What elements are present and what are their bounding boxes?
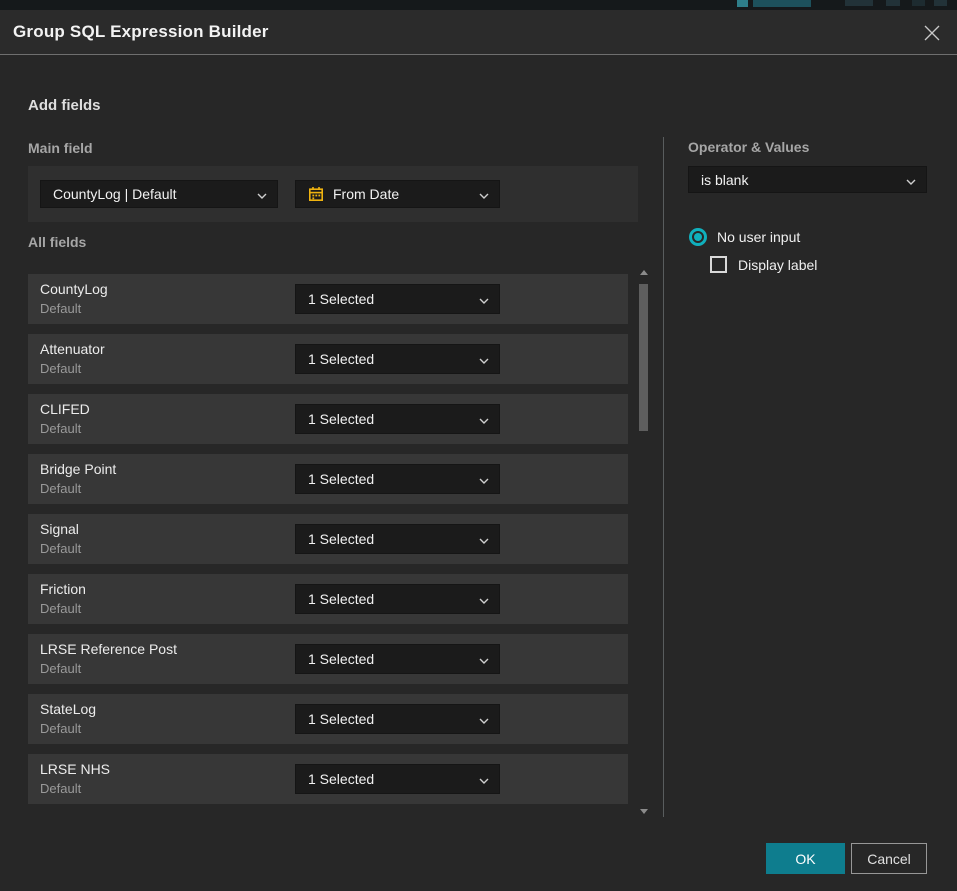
background-fragment	[934, 0, 947, 6]
field-selection-select[interactable]: 1 Selected	[295, 644, 500, 674]
field-type: Default	[40, 601, 81, 616]
main-source-select-value: CountyLog | Default	[53, 186, 257, 202]
field-selection-value: 1 Selected	[308, 651, 479, 667]
field-name: LRSE Reference Post	[40, 641, 177, 657]
close-icon[interactable]	[921, 22, 943, 44]
add-fields-heading: Add fields	[28, 97, 101, 114]
field-type: Default	[40, 781, 81, 796]
operator-values-heading: Operator & Values	[688, 139, 809, 155]
field-row: LRSE NHS Default 1 Selected	[28, 754, 628, 804]
background-fragment	[886, 0, 900, 6]
main-field-select-value: From Date	[333, 186, 479, 202]
field-name: Friction	[40, 581, 86, 597]
chevron-down-icon	[479, 651, 489, 667]
group-sql-expression-builder-dialog: Group SQL Expression Builder Add fields …	[0, 10, 957, 891]
field-row: CountyLog Default 1 Selected	[28, 274, 628, 324]
field-selection-value: 1 Selected	[308, 411, 479, 427]
field-name: Attenuator	[40, 341, 105, 357]
field-row: CLIFED Default 1 Selected	[28, 394, 628, 444]
main-source-select[interactable]: CountyLog | Default	[40, 180, 278, 208]
chevron-down-icon	[479, 351, 489, 367]
main-field-panel: CountyLog | Default	[28, 166, 638, 222]
field-selection-select[interactable]: 1 Selected	[295, 524, 500, 554]
scrollbar-thumb[interactable]	[639, 284, 648, 431]
scroll-up-arrow-icon[interactable]	[640, 270, 648, 275]
field-type: Default	[40, 361, 81, 376]
field-row: Bridge Point Default 1 Selected	[28, 454, 628, 504]
field-selection-select[interactable]: 1 Selected	[295, 584, 500, 614]
field-selection-value: 1 Selected	[308, 771, 479, 787]
field-type: Default	[40, 721, 81, 736]
display-label-label: Display label	[738, 257, 817, 273]
all-fields-list: CountyLog Default 1 Selected Attenuator …	[28, 274, 628, 816]
chevron-down-icon	[479, 591, 489, 607]
background-fragment	[737, 0, 748, 7]
field-type: Default	[40, 481, 81, 496]
panel-divider	[663, 137, 664, 817]
ok-button[interactable]: OK	[766, 843, 845, 874]
field-row: StateLog Default 1 Selected	[28, 694, 628, 744]
chevron-down-icon	[479, 411, 489, 427]
operator-select-value: is blank	[701, 172, 906, 188]
chevron-down-icon	[906, 172, 916, 188]
dialog-header: Group SQL Expression Builder	[0, 10, 957, 55]
chevron-down-icon	[479, 186, 489, 202]
chevron-down-icon	[479, 291, 489, 307]
screen: Group SQL Expression Builder Add fields …	[0, 0, 957, 891]
field-type: Default	[40, 301, 81, 316]
field-name: Bridge Point	[40, 461, 116, 477]
field-selection-select[interactable]: 1 Selected	[295, 344, 500, 374]
scroll-down-arrow-icon[interactable]	[640, 809, 648, 814]
calendar-icon	[308, 186, 324, 202]
field-selection-value: 1 Selected	[308, 531, 479, 547]
chevron-down-icon	[479, 711, 489, 727]
field-selection-value: 1 Selected	[308, 351, 479, 367]
list-scrollbar[interactable]	[638, 268, 650, 816]
field-name: Signal	[40, 521, 79, 537]
radio-selected-icon	[689, 228, 707, 246]
chevron-down-icon	[257, 186, 267, 202]
chevron-down-icon	[479, 471, 489, 487]
field-row: Attenuator Default 1 Selected	[28, 334, 628, 384]
main-field-select[interactable]: From Date	[295, 180, 500, 208]
cancel-button[interactable]: Cancel	[851, 843, 927, 874]
no-user-input-label: No user input	[717, 229, 800, 245]
background-fragment	[753, 0, 811, 7]
field-selection-select[interactable]: 1 Selected	[295, 464, 500, 494]
field-selection-value: 1 Selected	[308, 471, 479, 487]
field-name: StateLog	[40, 701, 96, 717]
operator-select[interactable]: is blank	[688, 166, 927, 193]
field-name: LRSE NHS	[40, 761, 110, 777]
field-name: CLIFED	[40, 401, 90, 417]
field-selection-value: 1 Selected	[308, 291, 479, 307]
field-name: CountyLog	[40, 281, 108, 297]
field-row: Signal Default 1 Selected	[28, 514, 628, 564]
field-selection-select[interactable]: 1 Selected	[295, 764, 500, 794]
background-fragment	[845, 0, 873, 6]
field-row: LRSE Reference Post Default 1 Selected	[28, 634, 628, 684]
main-field-label: Main field	[28, 140, 93, 156]
background-app-strip	[0, 0, 957, 10]
chevron-down-icon	[479, 771, 489, 787]
no-user-input-radio[interactable]: No user input	[689, 228, 800, 246]
field-selection-value: 1 Selected	[308, 591, 479, 607]
field-selection-select[interactable]: 1 Selected	[295, 704, 500, 734]
field-type: Default	[40, 541, 81, 556]
chevron-down-icon	[479, 531, 489, 547]
field-row: Friction Default 1 Selected	[28, 574, 628, 624]
field-selection-select[interactable]: 1 Selected	[295, 284, 500, 314]
dialog-title: Group SQL Expression Builder	[13, 10, 269, 54]
field-type: Default	[40, 421, 81, 436]
background-fragment	[912, 0, 925, 6]
field-type: Default	[40, 661, 81, 676]
display-label-checkbox[interactable]: Display label	[710, 256, 817, 273]
checkbox-unchecked-icon	[710, 256, 727, 273]
field-selection-select[interactable]: 1 Selected	[295, 404, 500, 434]
field-selection-value: 1 Selected	[308, 711, 479, 727]
all-fields-label: All fields	[28, 234, 86, 250]
